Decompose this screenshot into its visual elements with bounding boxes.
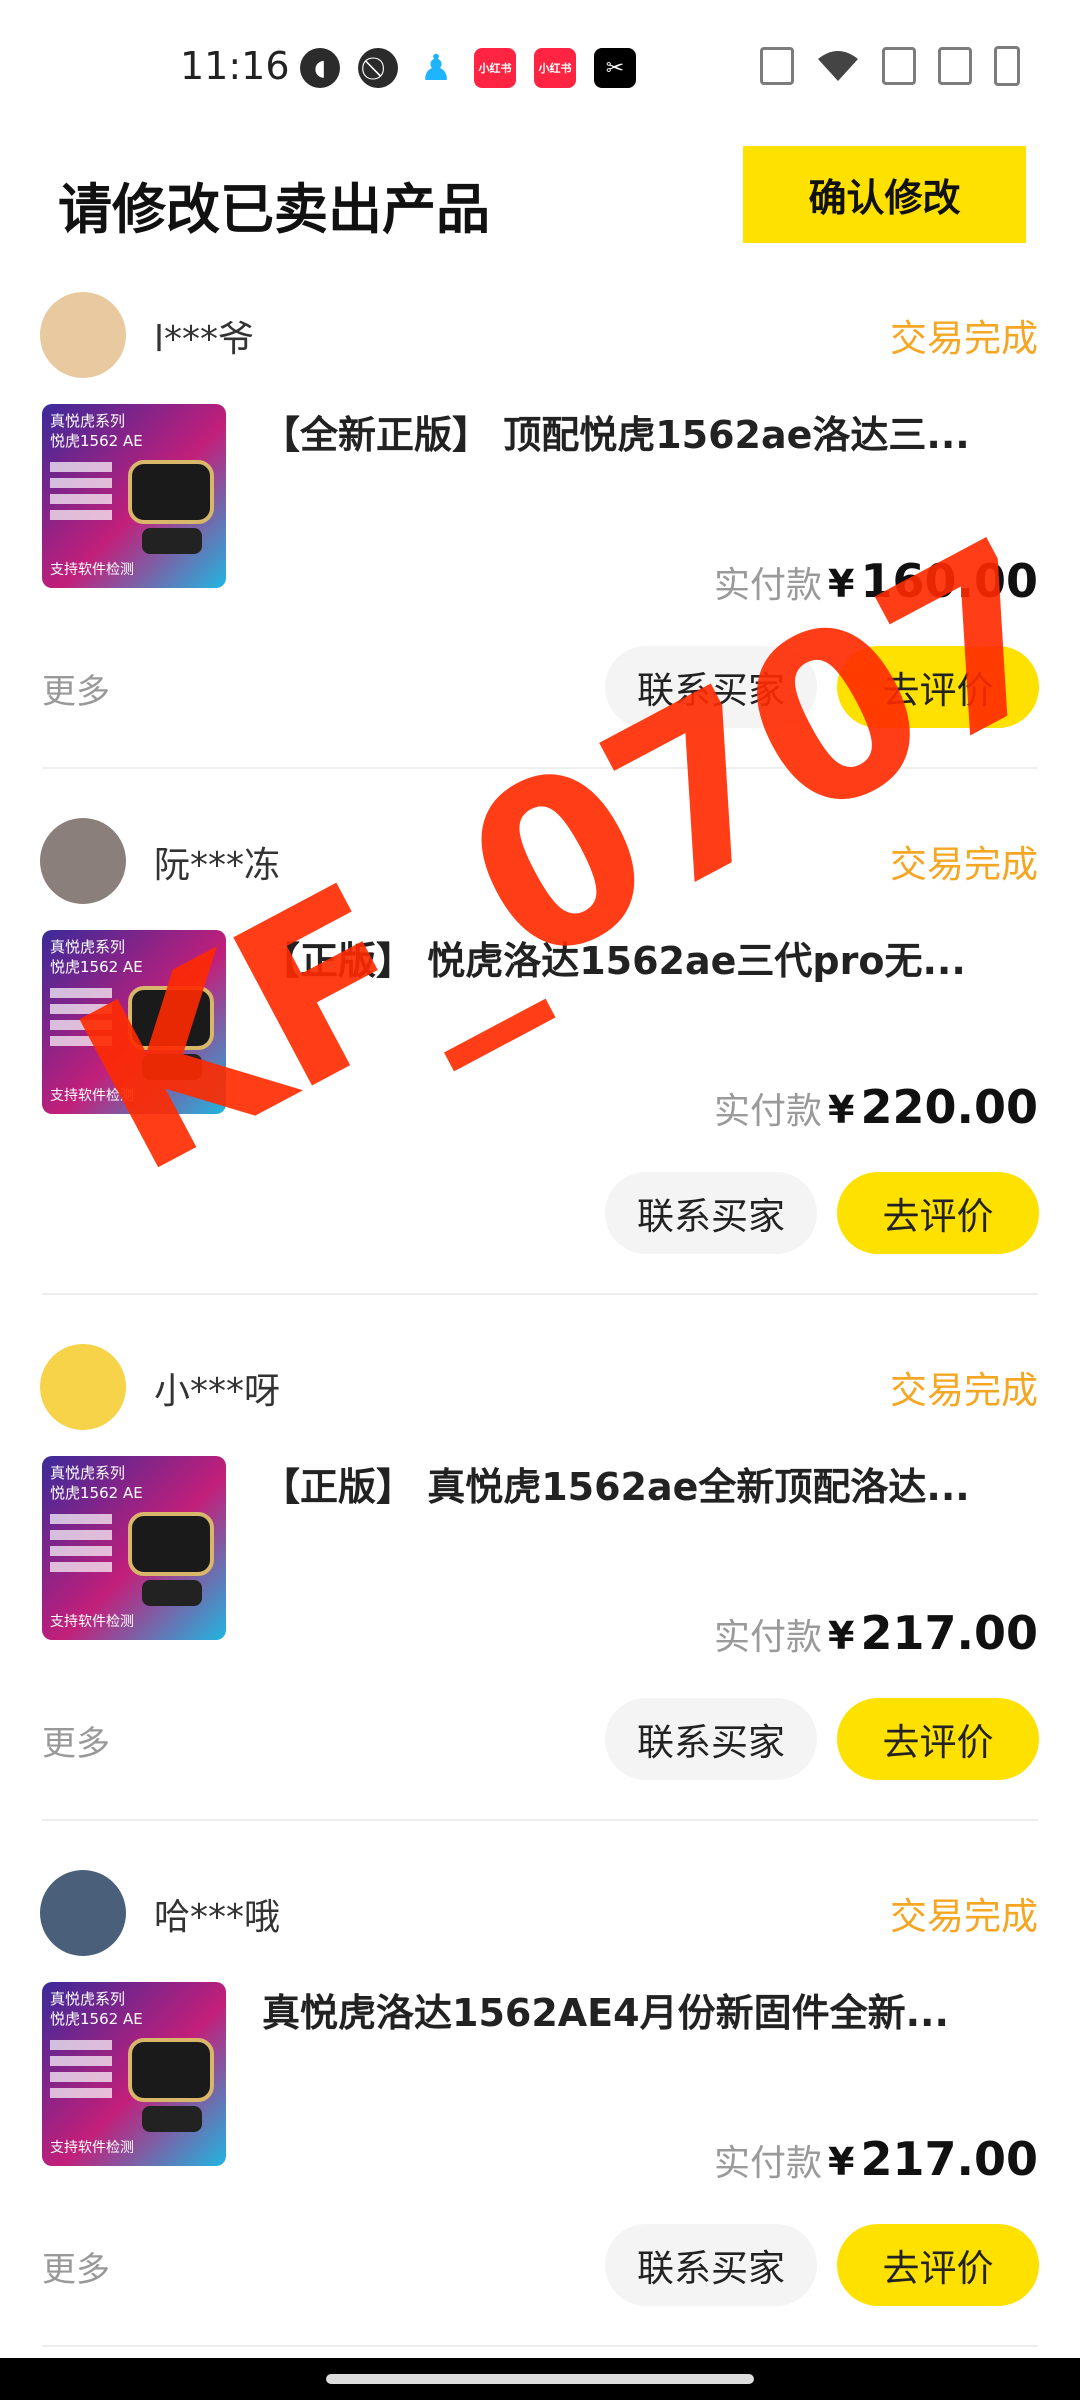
price-value: 220.00 — [860, 1080, 1038, 1134]
order-status: 交易完成 — [890, 1369, 1038, 1412]
price-value: 217.00 — [860, 1606, 1038, 1660]
status-time: 11:16 — [180, 44, 290, 88]
order-divider — [42, 1293, 1038, 1295]
thumb-line2: 悦虎1562 AE — [50, 1484, 143, 1502]
page-title: 请修改已卖出产品 — [58, 178, 490, 241]
order-divider — [42, 2345, 1038, 2347]
thumb-footer: 支持软件检测 — [50, 562, 134, 578]
capcut-icon: ✂ — [594, 48, 636, 88]
contact-buyer-button[interactable]: 联系买家 — [605, 1698, 817, 1780]
thumb-footer: 支持软件检测 — [50, 1614, 134, 1630]
product-thumbnail[interactable]: 真悦虎系列 悦虎1562 AE 支持软件检测 — [42, 1456, 226, 1640]
buyer-name: 小***呀 — [154, 1371, 281, 1412]
xiaohongshu-icon: 小红书 — [474, 48, 516, 88]
wifi-icon — [818, 51, 858, 81]
thumb-line1: 真悦虎系列 — [50, 412, 125, 430]
price-row: 实付款 ¥ 220.00 — [714, 1080, 1038, 1134]
product-title[interactable]: 【正版】 真悦虎1562ae全新顶配洛达... — [262, 1456, 1022, 1511]
circle-slash-icon: ⃠ — [358, 48, 398, 88]
status-bar: 11:16 ◖ ⃠ ♟ 小红书 小红书 ✂ — [0, 0, 1080, 130]
product-title[interactable]: 【全新正版】 顶配悦虎1562ae洛达三... — [262, 404, 1022, 459]
notification-icons: ◖ ⃠ ♟ 小红书 小红书 ✂ — [300, 46, 636, 90]
order-divider — [42, 1819, 1038, 1821]
product-image: 真悦虎系列 悦虎1562 AE 支持软件检测 — [42, 1982, 226, 2166]
price-label: 实付款 — [714, 1617, 823, 1658]
price-label: 实付款 — [714, 2143, 823, 2184]
buyer-name: l***爷 — [154, 319, 255, 360]
price-row: 实付款 ¥ 217.00 — [714, 2132, 1038, 2186]
thumb-line1: 真悦虎系列 — [50, 1464, 125, 1482]
buyer-name: 哈***哦 — [154, 1897, 281, 1938]
no-sim-icon — [882, 47, 916, 85]
buyer-avatar[interactable] — [40, 1870, 126, 1956]
product-thumbnail[interactable]: 真悦虎系列 悦虎1562 AE 支持软件检测 — [42, 404, 226, 588]
order-status: 交易完成 — [890, 1895, 1038, 1938]
price-label: 实付款 — [714, 1091, 823, 1132]
navigation-bar — [0, 2358, 1080, 2400]
product-image: 真悦虎系列 悦虎1562 AE 支持软件检测 — [42, 404, 226, 588]
confirm-edit-button[interactable]: 确认修改 — [743, 146, 1026, 243]
buyer-avatar[interactable] — [40, 292, 126, 378]
contact-buyer-button[interactable]: 联系买家 — [605, 1172, 817, 1254]
contact-buyer-button[interactable]: 联系买家 — [605, 2224, 817, 2306]
currency-symbol: ¥ — [828, 1614, 855, 1658]
review-button[interactable]: 去评价 — [837, 2224, 1039, 2306]
review-button[interactable]: 去评价 — [837, 1172, 1039, 1254]
thumb-line1: 真悦虎系列 — [50, 1990, 125, 2008]
home-gesture-handle[interactable] — [326, 2374, 754, 2384]
buyer-avatar[interactable] — [40, 818, 126, 904]
pinned-app-icon: ◖ — [300, 48, 340, 88]
product-title[interactable]: 真悦虎洛达1562AE4月份新固件全新... — [262, 1982, 1022, 2037]
currency-symbol: ¥ — [828, 2140, 855, 2184]
price-value: 217.00 — [860, 2132, 1038, 2186]
no-sim-icon — [938, 47, 972, 85]
more-link[interactable]: 更多 — [42, 664, 110, 713]
more-link[interactable]: 更多 — [42, 2242, 110, 2291]
price-row: 实付款 ¥ 217.00 — [714, 1606, 1038, 1660]
order-status: 交易完成 — [890, 843, 1038, 886]
review-button[interactable]: 去评价 — [837, 1698, 1039, 1780]
more-link[interactable]: 更多 — [42, 1716, 110, 1765]
order-status: 交易完成 — [890, 317, 1038, 360]
currency-symbol: ¥ — [828, 1088, 855, 1132]
system-icons — [760, 46, 1020, 86]
thumb-line2: 悦虎1562 AE — [50, 2010, 143, 2028]
buyer-avatar[interactable] — [40, 1344, 126, 1430]
thumb-line2: 悦虎1562 AE — [50, 432, 143, 450]
qq-icon: ♟ — [419, 47, 453, 89]
battery-charging-icon — [994, 46, 1020, 86]
product-image: 真悦虎系列 悦虎1562 AE 支持软件检测 — [42, 1456, 226, 1640]
thumb-footer: 支持软件检测 — [50, 2140, 134, 2156]
product-thumbnail[interactable]: 真悦虎系列 悦虎1562 AE 支持软件检测 — [42, 1982, 226, 2166]
vibrate-icon — [760, 47, 794, 85]
xiaohongshu-icon: 小红书 — [534, 48, 576, 88]
